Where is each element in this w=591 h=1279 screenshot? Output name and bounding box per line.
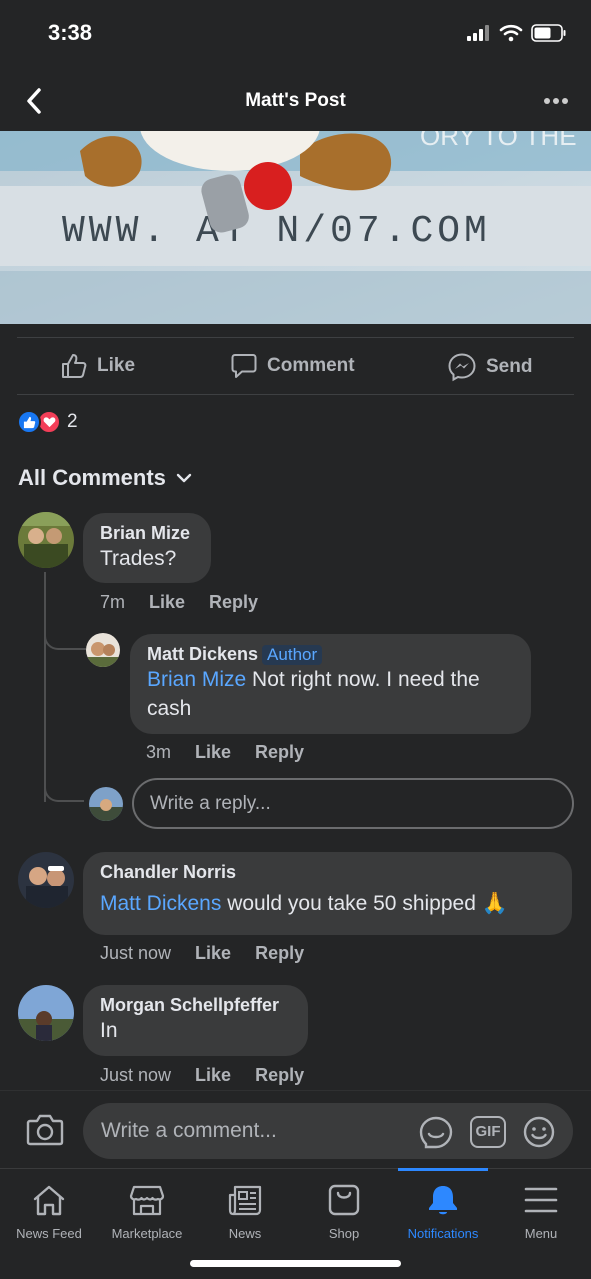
avatar[interactable] — [18, 512, 74, 568]
mention-link[interactable]: Brian Mize — [147, 668, 246, 691]
comment-text: Brian Mize Not right now. I need the cas… — [147, 665, 514, 723]
reaction-summary[interactable]: 2 — [17, 410, 78, 434]
shop-icon — [328, 1184, 360, 1216]
avatar[interactable] — [18, 852, 74, 908]
comment-author[interactable]: Chandler Norris — [100, 862, 555, 883]
tab-news-feed[interactable]: News Feed — [0, 1169, 98, 1259]
news-icon — [228, 1185, 262, 1216]
emoji-icon[interactable] — [522, 1115, 556, 1149]
reply-input[interactable]: Write a reply... — [132, 778, 574, 829]
bell-icon — [429, 1186, 457, 1215]
tab-notifications[interactable]: Notifications — [394, 1169, 492, 1259]
avatar[interactable] — [86, 633, 120, 667]
photo-text-top: ORY TO THE — [420, 131, 577, 151]
status-icons — [467, 24, 567, 42]
tab-label: Shop — [328, 1226, 360, 1241]
comment-text: Trades? — [100, 547, 177, 570]
comment-text: In — [100, 1019, 118, 1042]
gif-button[interactable]: GIF — [470, 1116, 506, 1148]
comment-text: Matt Dickens would you take 50 shipped 🙏 — [100, 889, 555, 918]
post-photo[interactable]: ORY TO THE WWW. AT N/07.COM — [0, 131, 591, 324]
comment-time: 7m — [100, 592, 126, 612]
wifi-icon — [499, 24, 523, 42]
tab-label: Menu — [524, 1226, 558, 1241]
like-reaction-icon — [17, 410, 41, 434]
camera-icon[interactable] — [26, 1113, 64, 1147]
chevron-down-icon — [176, 473, 192, 483]
mention-link[interactable]: Matt Dickens — [100, 892, 221, 915]
like-label: Like — [97, 355, 136, 376]
comment-bubble: Brian Mize Trades? — [83, 513, 211, 583]
comment-reply-button[interactable]: Reply — [209, 592, 258, 613]
menu-icon — [524, 1187, 558, 1213]
comment-like-button[interactable]: Like — [149, 592, 185, 613]
comments-sort-dropdown[interactable]: All Comments — [18, 465, 192, 491]
comment-meta: Just now Like Reply — [100, 1065, 328, 1086]
comment-reply-button[interactable]: Reply — [255, 943, 304, 964]
send-button[interactable]: Send — [447, 352, 532, 382]
comment-reply-button[interactable]: Reply — [255, 742, 304, 763]
messenger-icon — [448, 353, 476, 382]
tab-marketplace[interactable]: Marketplace — [98, 1169, 196, 1259]
sticker-icon[interactable] — [418, 1115, 454, 1151]
comment-bubble: Chandler Norris Matt Dickens would you t… — [83, 852, 572, 935]
marketplace-icon — [129, 1185, 165, 1216]
thumbs-up-icon — [62, 354, 87, 378]
signal-icon — [467, 25, 489, 41]
tab-news[interactable]: News — [196, 1169, 294, 1259]
comment-author[interactable]: Morgan Schellpfeffer — [100, 995, 291, 1016]
tab-label: Notifications — [407, 1226, 479, 1241]
tab-shop[interactable]: Shop — [295, 1169, 393, 1259]
comment-time: Just now — [100, 1065, 172, 1085]
tab-label: News Feed — [16, 1226, 82, 1241]
page-title: Matt's Post — [245, 90, 346, 111]
reply-bubble: Matt Dickens Author Brian Mize Not right … — [130, 634, 531, 734]
comment-composer: Write a comment... GIF — [0, 1090, 591, 1168]
comment-label: Comment — [267, 355, 355, 376]
nav-bar: Matt's Post — [0, 70, 591, 132]
comment-time: 3m — [146, 742, 172, 762]
comment-bubble: Morgan Schellpfeffer In — [83, 985, 308, 1056]
comment-like-button[interactable]: Like — [195, 943, 231, 964]
divider — [17, 394, 574, 395]
send-label: Send — [486, 356, 533, 377]
comment-button[interactable]: Comment — [230, 352, 355, 380]
more-options-icon[interactable] — [543, 96, 569, 106]
comment-icon — [231, 354, 257, 378]
status-time: 3:38 — [48, 20, 93, 45]
comments-sort-label: All Comments — [18, 465, 166, 490]
comment-author[interactable]: Matt Dickens — [147, 644, 258, 664]
reply-author-row: Matt Dickens Author — [147, 644, 514, 665]
comment-like-button[interactable]: Like — [195, 742, 231, 763]
thread-connector — [44, 620, 86, 650]
comment-author[interactable]: Brian Mize — [100, 523, 194, 544]
tab-label: News — [228, 1226, 262, 1241]
comment-reply-button[interactable]: Reply — [255, 1065, 304, 1086]
comment-time: Just now — [100, 943, 172, 963]
photo-text-url: WWW. AT N/07.COM — [62, 210, 491, 253]
home-indicator — [190, 1260, 401, 1267]
divider — [17, 337, 574, 338]
comment-meta: 3m Like Reply — [146, 742, 328, 763]
patch-image: ORY TO THE WWW. AT N/07.COM — [0, 131, 591, 324]
tab-menu[interactable]: Menu — [492, 1169, 590, 1259]
battery-icon — [531, 24, 566, 42]
thread-line — [44, 572, 46, 802]
current-user-avatar — [89, 787, 123, 821]
comment-like-button[interactable]: Like — [195, 1065, 231, 1086]
like-button[interactable]: Like — [60, 352, 135, 380]
reaction-count: 2 — [67, 411, 78, 432]
home-icon — [33, 1185, 65, 1216]
avatar[interactable] — [18, 985, 74, 1041]
comment-body: would you take 50 shipped 🙏 — [221, 892, 508, 915]
comment-meta: Just now Like Reply — [100, 943, 328, 964]
thread-connector — [44, 770, 84, 802]
status-bar: 3:38 — [0, 0, 591, 70]
author-badge: Author — [262, 645, 323, 665]
post-actions: Like Comment Send — [0, 340, 591, 394]
comment-meta: 7m Like Reply — [100, 592, 282, 613]
tab-label: Marketplace — [111, 1226, 183, 1241]
